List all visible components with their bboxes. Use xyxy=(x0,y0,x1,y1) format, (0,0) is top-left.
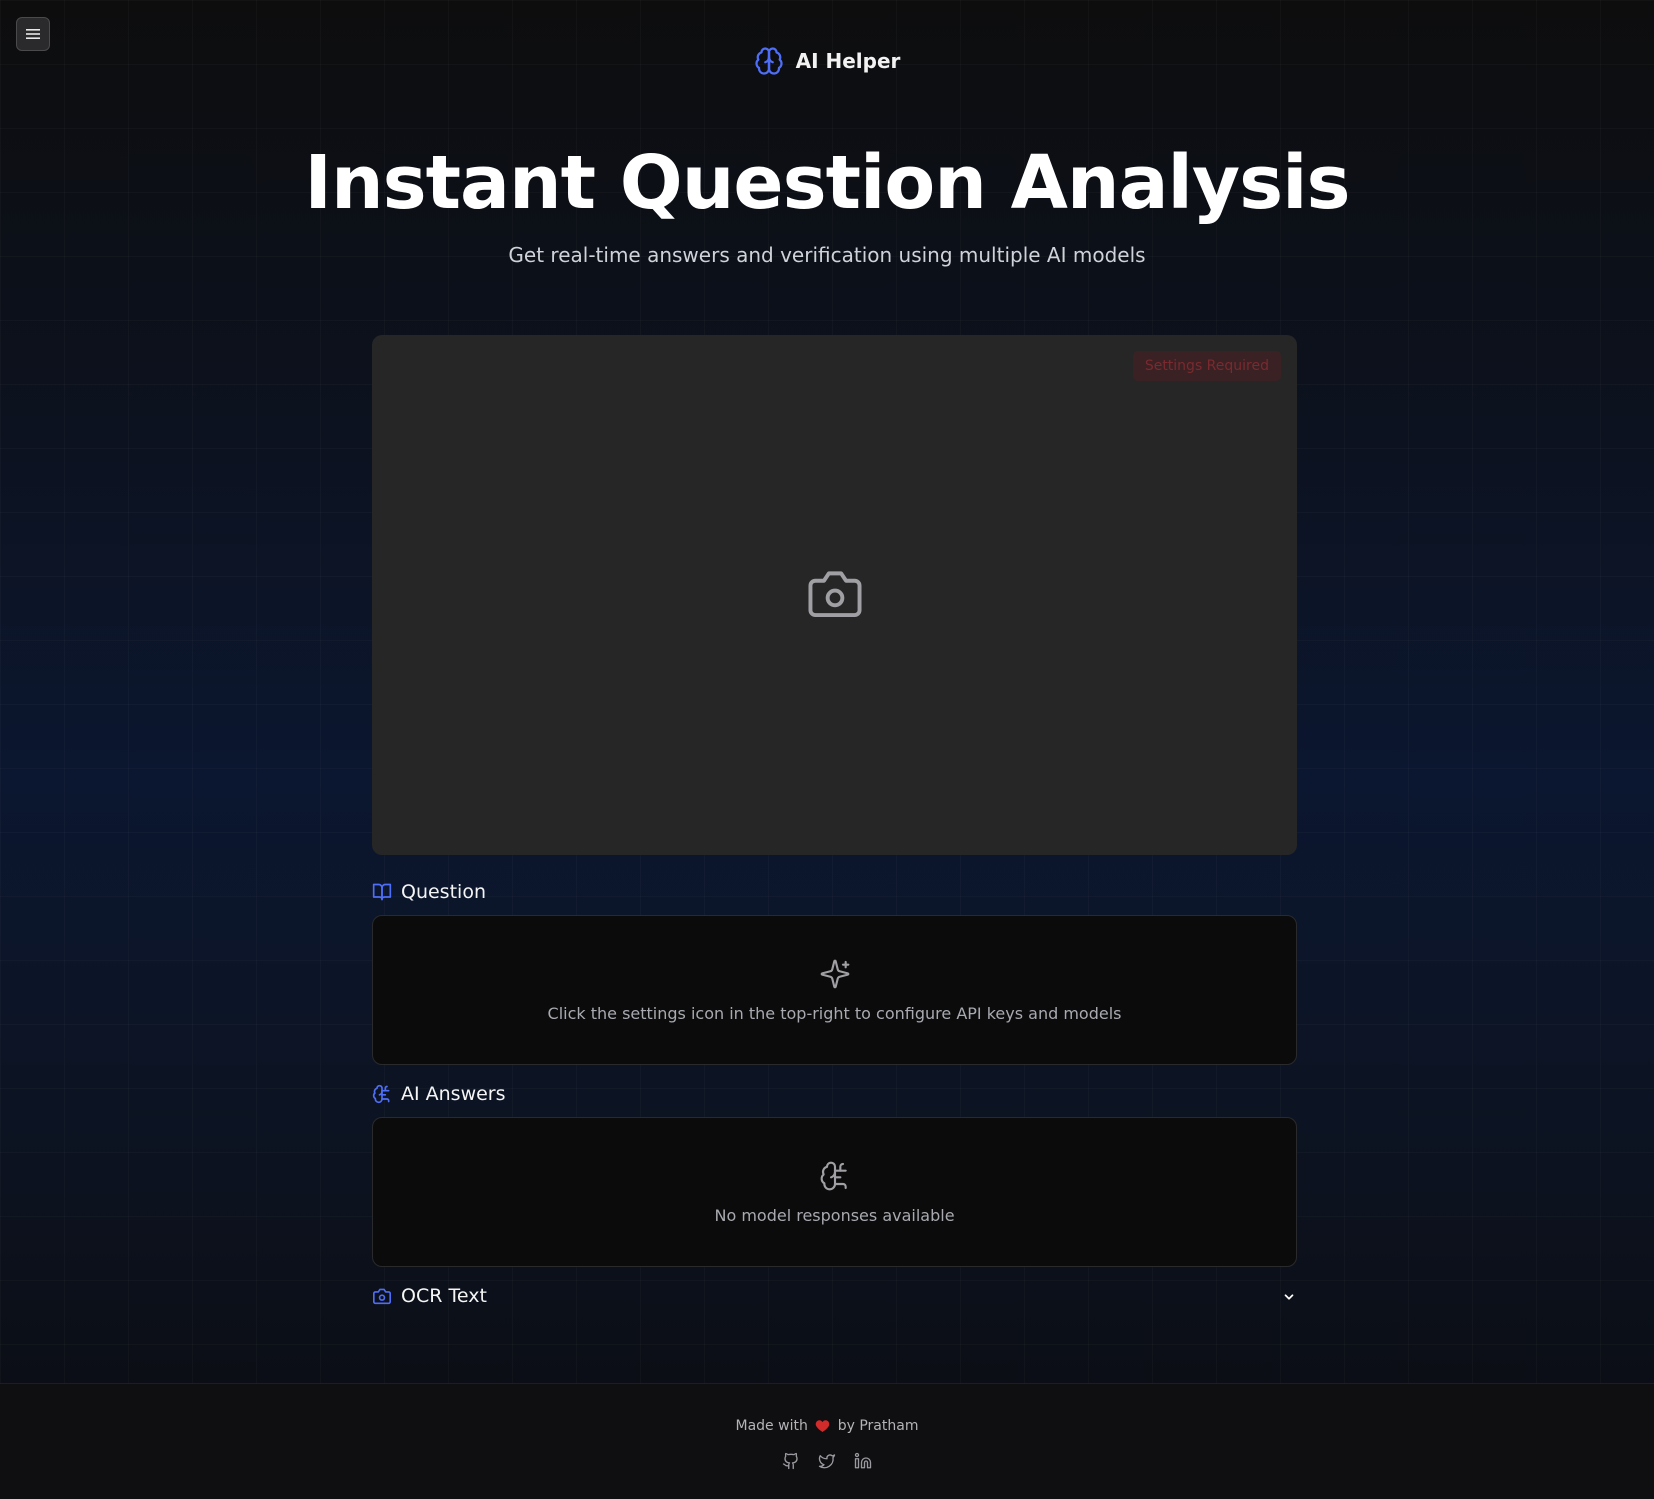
twitter-link[interactable] xyxy=(818,1452,836,1470)
footer-credit: Made with by Pratham xyxy=(0,1418,1654,1434)
sparkles-icon xyxy=(820,959,849,988)
hamburger-menu-icon xyxy=(26,29,40,39)
brain-circuit-icon xyxy=(372,1084,390,1104)
ai-answers-empty-message: No model responses available xyxy=(714,1205,955,1225)
question-label: Question xyxy=(401,881,486,903)
camera-icon xyxy=(373,1288,391,1305)
ocr-section-header[interactable]: OCR Text xyxy=(372,1285,487,1307)
twitter-icon xyxy=(818,1454,836,1469)
github-link[interactable] xyxy=(782,1452,800,1470)
question-empty-message: Click the settings icon in the top-right… xyxy=(547,1003,1122,1023)
chevron-down-icon xyxy=(1284,1294,1294,1300)
page-subtitle: Get real-time answers and verification u… xyxy=(508,243,1146,267)
question-section-header: Question xyxy=(372,881,486,903)
linkedin-icon xyxy=(854,1452,872,1469)
brand: AI Helper xyxy=(0,46,1654,76)
camera-icon xyxy=(807,571,862,618)
made-with-text: Made with xyxy=(735,1418,808,1434)
ocr-toggle-button[interactable] xyxy=(1280,1288,1298,1306)
brain-icon xyxy=(754,47,783,75)
question-card: Click the settings icon in the top-right… xyxy=(372,915,1297,1065)
github-icon xyxy=(782,1452,798,1470)
author-text: by Pratham xyxy=(837,1418,919,1434)
brain-circuit-icon xyxy=(820,1161,847,1190)
book-open-icon xyxy=(372,883,392,901)
ocr-label: OCR Text xyxy=(401,1285,487,1307)
footer: Made with by Pratham xyxy=(0,1383,1654,1499)
brand-name: AI Helper xyxy=(795,49,901,73)
capture-panel[interactable]: Settings Required xyxy=(372,335,1297,855)
heart-icon xyxy=(815,1418,830,1434)
linkedin-link[interactable] xyxy=(854,1452,872,1470)
page-title: Instant Question Analysis xyxy=(304,140,1350,226)
ai-answers-card: No model responses available xyxy=(372,1117,1297,1267)
social-links xyxy=(0,1452,1654,1470)
ai-answers-label: AI Answers xyxy=(401,1083,506,1105)
ai-answers-section-header: AI Answers xyxy=(372,1083,506,1105)
capture-placeholder xyxy=(804,566,866,624)
settings-required-badge: Settings Required xyxy=(1132,351,1281,381)
